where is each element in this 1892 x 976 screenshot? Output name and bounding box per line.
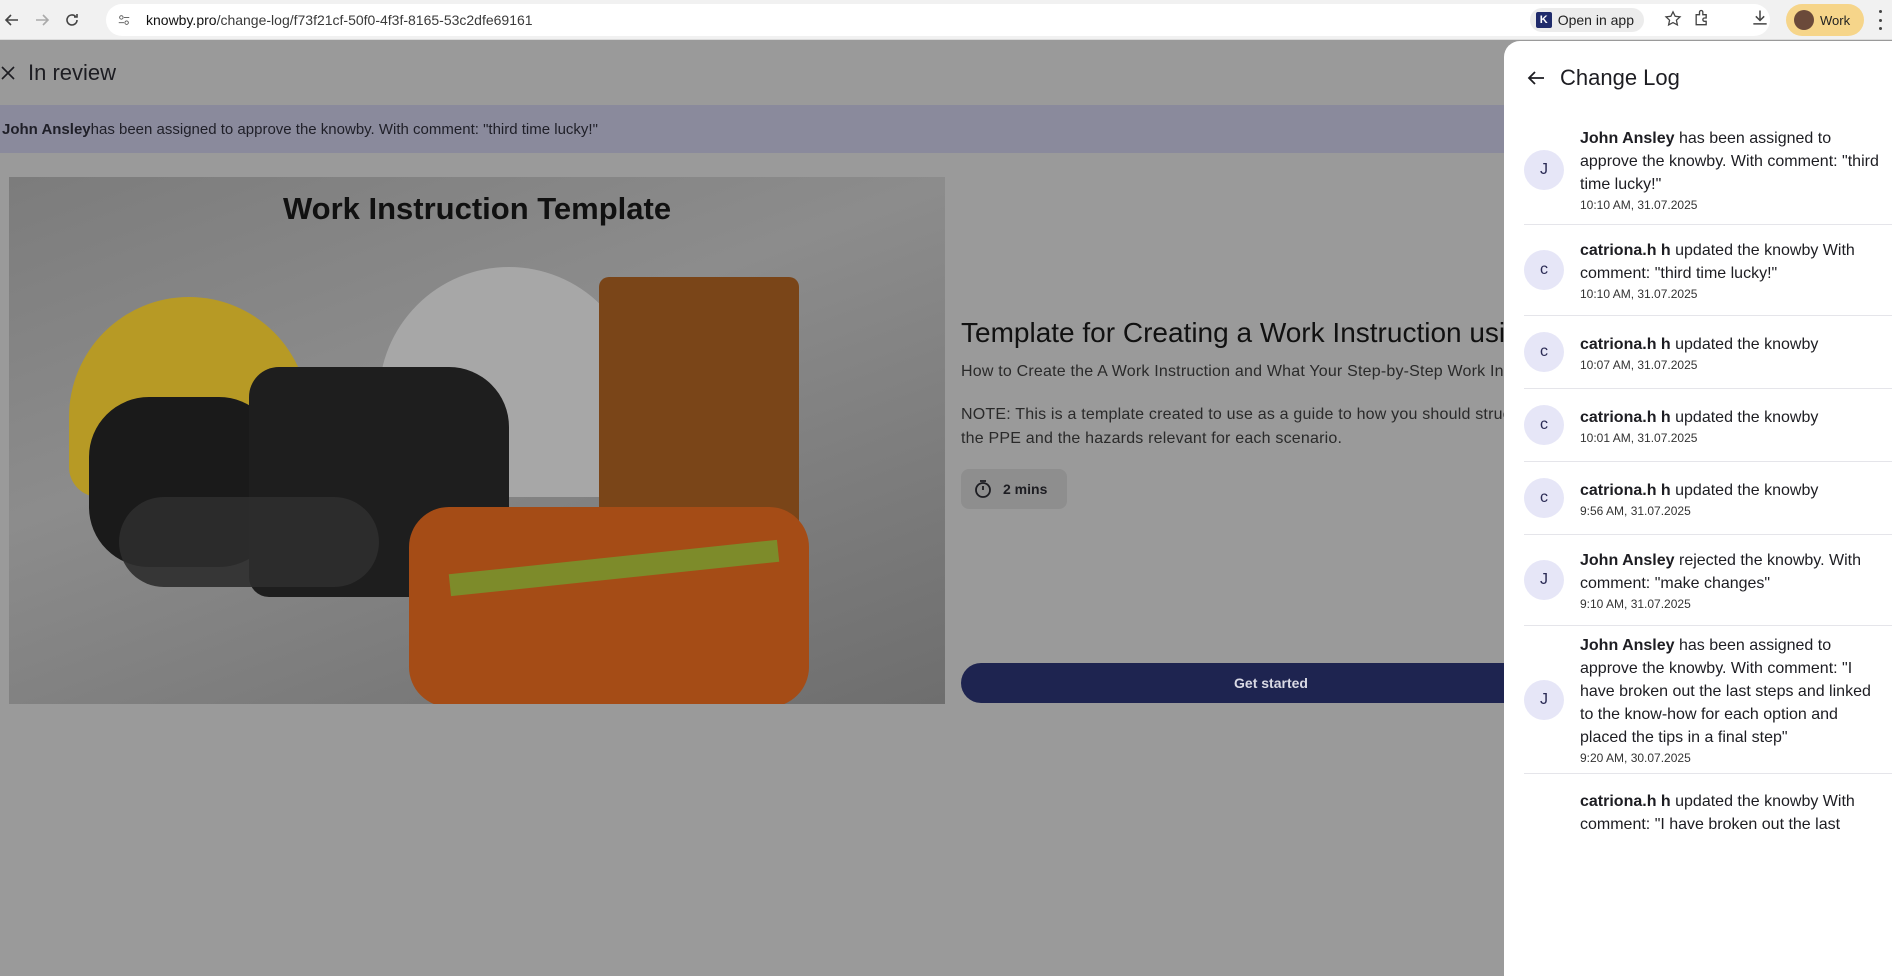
knowby-note: NOTE: This is a template created to use … <box>961 406 1504 447</box>
change-log-action: updated the knowby <box>1670 481 1819 499</box>
cover-image-title: Work Instruction Template <box>282 191 672 226</box>
change-log-timestamp: 10:01 AM, 31.07.2025 <box>1580 430 1698 445</box>
change-log-action: updated the knowby <box>1670 408 1819 426</box>
change-log-entry-body: catriona.h h updated the knowby With com… <box>1580 790 1886 836</box>
change-log-user-name: catriona.h h <box>1580 335 1671 353</box>
cover-image: Work Instruction Template <box>9 177 945 704</box>
change-log-item: ccatriona.h h updated the knowby With co… <box>1524 774 1892 894</box>
change-log-entry-text: catriona.h h updated the knowby With com… <box>1580 239 1886 285</box>
timer-icon <box>975 480 991 498</box>
profile-avatar <box>1794 10 1814 30</box>
bookmark-star-icon[interactable] <box>1664 10 1684 30</box>
change-log-entry-body: catriona.h h updated the knowby 9:56 AM, … <box>1580 479 1886 518</box>
duration-badge: 2 mins <box>961 469 1067 509</box>
change-log-action: updated the knowby <box>1670 335 1819 353</box>
avatar: c <box>1524 478 1564 518</box>
change-log-timestamp: 10:07 AM, 31.07.2025 <box>1580 357 1698 372</box>
change-log-user-name: John Ansley <box>1580 130 1675 147</box>
browser-toolbar: knowby.pro/change-log/f73f21cf-50f0-4f3f… <box>0 0 1892 40</box>
change-log-timestamp: 10:10 AM, 31.07.2025 <box>1580 287 1698 301</box>
approval-banner: John Ansley has been assigned to approve… <box>0 105 1504 153</box>
safety-glasses-shape <box>119 497 379 587</box>
change-log-entry-text: John Ansley has been assigned to approve… <box>1580 634 1886 749</box>
avatar: J <box>1524 679 1564 720</box>
browser-menu-icon[interactable] <box>1872 10 1888 30</box>
avatar: c <box>1524 332 1564 372</box>
avatar: c <box>1524 405 1564 445</box>
change-log-user-name: catriona.h h <box>1580 481 1671 499</box>
profile-button[interactable]: Work <box>1786 4 1864 36</box>
change-log-user-name: catriona.h h <box>1580 242 1671 259</box>
change-log-item: J John Ansley has been assigned to approv… <box>1524 115 1892 225</box>
extensions-icon[interactable] <box>1692 8 1716 32</box>
banner-user-name: John Ansley <box>2 120 91 138</box>
change-log-entry-text: John Ansley rejected the knowby. With co… <box>1580 549 1886 595</box>
bag-shape <box>599 277 799 537</box>
open-in-app-button[interactable]: K Open in app <box>1529 8 1644 32</box>
status-title: In review <box>28 60 117 85</box>
banner-text: has been assigned to approve the knowby.… <box>90 120 598 138</box>
change-log-user-name: John Ansley <box>1580 552 1675 569</box>
change-log-user-name: catriona.h h <box>1580 793 1671 810</box>
change-log-timestamp: 9:20 AM, 30.07.2025 <box>1580 751 1691 765</box>
avatar: c <box>1524 250 1564 290</box>
change-log-entry-body: catriona.h h updated the knowby 10:01 AM,… <box>1580 406 1886 445</box>
change-log-panel: Change Log J John Ansley has been assigne… <box>1504 41 1892 976</box>
avatar: J <box>1524 149 1564 190</box>
close-icon[interactable] <box>0 65 16 81</box>
change-log-entry-text: catriona.h h updated the knowby With com… <box>1580 790 1886 836</box>
change-log-entry-body: John Ansley has been assigned to approve… <box>1580 634 1886 765</box>
knowby-title: Template for Creating a Work Instruction… <box>961 317 1504 348</box>
change-log-item: c catriona.h h updated the knowby 10:07 AM… <box>1524 316 1892 389</box>
knowby-details: Template for Creating a Work Instruction… <box>961 317 1504 509</box>
back-icon[interactable] <box>0 8 24 32</box>
review-header: In review <box>0 41 1504 105</box>
vest-shape <box>409 507 809 704</box>
change-log-entry-body: John Ansley rejected the knowby. With co… <box>1580 549 1886 611</box>
change-log-title: Change Log <box>1560 65 1680 90</box>
avatar: J <box>1524 560 1564 600</box>
change-log-entry-text: catriona.h h updated the knowby <box>1580 406 1886 429</box>
change-log-entry-body: John Ansley has been assigned to approve… <box>1580 127 1886 212</box>
back-arrow-icon[interactable] <box>1524 66 1548 90</box>
change-log-entry-body: catriona.h h updated the knowby 10:07 AM,… <box>1580 333 1886 372</box>
download-icon[interactable] <box>1750 8 1774 32</box>
change-log-item: c catriona.h h updated the knowby 9:56 AM,… <box>1524 462 1892 535</box>
change-log-entry-text: catriona.h h updated the knowby <box>1580 333 1886 356</box>
change-log-item: J John Ansley has been assigned to approv… <box>1524 626 1892 774</box>
change-log-header: Change Log <box>1504 41 1892 115</box>
reload-icon[interactable] <box>60 8 84 32</box>
change-log-user-name: catriona.h h <box>1580 408 1671 426</box>
site-settings-icon[interactable] <box>114 10 134 30</box>
address-bar[interactable]: knowby.pro/change-log/f73f21cf-50f0-4f3f… <box>106 4 1770 36</box>
change-log-item: c catriona.h h updated the knowby 10:01 AM… <box>1524 389 1892 462</box>
forward-icon[interactable] <box>30 8 54 32</box>
knowby-subtitle: How to Create the A Work Instruction and… <box>961 363 1504 380</box>
change-log-item: J John Ansley rejected the knowby. With c… <box>1524 535 1892 626</box>
change-log-timestamp: 10:10 AM, 31.07.2025 <box>1580 198 1698 212</box>
change-log-entry-text: catriona.h h updated the knowby <box>1580 479 1886 502</box>
change-log-list: J John Ansley has been assigned to approv… <box>1524 115 1892 894</box>
get-started-button[interactable]: Get started <box>961 663 1551 703</box>
change-log-item: c catriona.h h updated the knowby With co… <box>1524 225 1892 316</box>
change-log-timestamp: 9:56 AM, 31.07.2025 <box>1580 503 1691 518</box>
change-log-timestamp: 9:10 AM, 31.07.2025 <box>1580 597 1691 611</box>
change-log-entry-body: catriona.h h updated the knowby With com… <box>1580 239 1886 301</box>
change-log-user-name: John Ansley <box>1580 637 1675 654</box>
knowby-app-icon: K <box>1535 12 1552 28</box>
url-text: knowby.pro/change-log/f73f21cf-50f0-4f3f… <box>146 12 533 28</box>
change-log-entry-text: John Ansley has been assigned to approve… <box>1580 127 1886 196</box>
